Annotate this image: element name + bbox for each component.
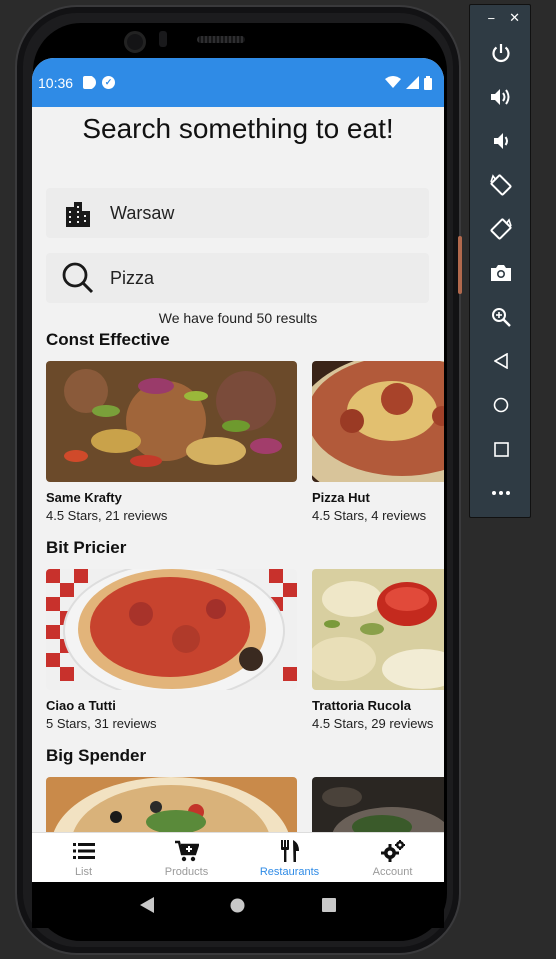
power-button[interactable] xyxy=(470,31,532,75)
more-button[interactable] xyxy=(470,471,532,515)
volume-up-icon xyxy=(491,89,510,105)
nav-label: Account xyxy=(372,865,413,878)
desktop: 10:36 A ✓ Search something to eat! Warsa… xyxy=(0,0,556,959)
fork-knife-icon xyxy=(280,838,299,864)
nav-tab-list[interactable]: List xyxy=(32,833,135,882)
volume-down-icon xyxy=(494,133,508,149)
restaurant-rating: 4.5 Stars, 29 reviews xyxy=(312,716,434,731)
minimize-icon[interactable]: − xyxy=(488,11,496,26)
earpiece-speaker xyxy=(197,36,245,43)
system-navigation-bar xyxy=(32,882,444,928)
side-button xyxy=(458,236,462,294)
bottom-navigation: List Products Restaurants Account xyxy=(32,832,444,882)
nav-tab-account[interactable]: Account xyxy=(341,833,444,882)
results-count: We have found 50 results xyxy=(158,310,318,326)
page-title: Search something to eat! xyxy=(82,113,394,144)
restaurant-card[interactable]: Same Krafty 4.5 Stars, 21 reviews xyxy=(46,361,298,523)
search-field[interactable]: Pizza xyxy=(46,253,429,303)
rotate-right-icon xyxy=(490,218,512,240)
app-screen: 10:36 A ✓ Search something to eat! Warsa… xyxy=(32,58,444,882)
gears-icon xyxy=(380,838,405,864)
back-icon[interactable] xyxy=(140,897,155,913)
back-icon xyxy=(494,353,508,369)
status-time: 10:36 xyxy=(38,74,74,91)
cart-icon xyxy=(174,838,199,864)
location-field[interactable]: Warsaw xyxy=(46,188,429,238)
nav-tab-restaurants[interactable]: Restaurants xyxy=(238,833,341,882)
list-icon xyxy=(72,838,95,864)
restaurant-photo xyxy=(46,569,297,690)
restaurant-name: Pizza Hut xyxy=(312,490,370,505)
home-icon[interactable] xyxy=(230,898,245,913)
emulator-control-panel: − ✕ xyxy=(469,4,531,518)
battery-icon xyxy=(424,75,432,90)
home-button[interactable] xyxy=(470,383,532,427)
section-title: Big Spender xyxy=(46,746,147,765)
volume-up-button[interactable] xyxy=(470,75,532,119)
overview-button[interactable] xyxy=(470,427,532,471)
restaurant-name: Ciao a Tutti xyxy=(46,698,116,713)
location-value: Warsaw xyxy=(110,202,175,223)
wifi-icon xyxy=(385,76,401,88)
status-bar: 10:36 A ✓ xyxy=(32,58,444,107)
home-icon xyxy=(493,397,509,413)
restaurant-name: Trattoria Rucola xyxy=(312,698,411,713)
restaurant-rating: 4.5 Stars, 21 reviews xyxy=(46,508,168,523)
front-camera xyxy=(124,31,146,53)
search-value: Pizza xyxy=(110,267,155,288)
power-icon xyxy=(492,44,510,63)
restaurant-photo xyxy=(46,361,297,482)
restaurant-rating: 5 Stars, 31 reviews xyxy=(46,716,157,731)
volume-down-button[interactable] xyxy=(470,119,532,163)
close-icon[interactable]: ✕ xyxy=(509,10,520,26)
restaurant-card[interactable]: Trattoria Rucola 4.5 Stars, 29 reviews xyxy=(312,569,444,731)
shield-icon: ✓ xyxy=(102,76,116,89)
section-title: Const Effective xyxy=(46,330,170,349)
nav-label: List xyxy=(74,865,93,878)
screenshot-button[interactable] xyxy=(470,251,532,295)
rotate-left-icon xyxy=(490,174,512,196)
nav-label: Products xyxy=(164,865,209,878)
overview-icon xyxy=(493,441,509,457)
section-title: Bit Pricier xyxy=(46,538,127,557)
nav-tab-products[interactable]: Products xyxy=(135,833,238,882)
signal-icon xyxy=(406,76,419,89)
restaurant-card[interactable]: Ciao a Tutti 5 Stars, 31 reviews xyxy=(46,569,298,731)
nav-label: Restaurants xyxy=(259,865,320,878)
rotate-left-button[interactable] xyxy=(470,163,532,207)
zoom-button[interactable] xyxy=(470,295,532,339)
restaurant-name: Same Krafty xyxy=(46,490,122,505)
city-icon xyxy=(46,199,110,227)
sensor xyxy=(159,31,167,47)
back-button[interactable] xyxy=(470,339,532,383)
search-icon xyxy=(46,262,110,294)
panel-window-controls: − ✕ xyxy=(470,5,530,31)
overview-icon[interactable] xyxy=(321,898,336,912)
sd-card-icon xyxy=(83,76,94,89)
restaurant-card[interactable]: Pizza Hut 4.5 Stars, 4 reviews xyxy=(312,361,444,523)
restaurant-photo xyxy=(312,569,444,690)
restaurant-photo xyxy=(312,361,444,482)
camera-icon xyxy=(491,265,511,281)
more-icon xyxy=(492,491,510,495)
status-system-icons xyxy=(385,75,432,90)
status-notification-icons: A ✓ xyxy=(83,76,116,89)
rotate-right-button[interactable] xyxy=(470,207,532,251)
zoom-icon xyxy=(492,308,511,327)
restaurant-rating: 4.5 Stars, 4 reviews xyxy=(312,508,427,523)
